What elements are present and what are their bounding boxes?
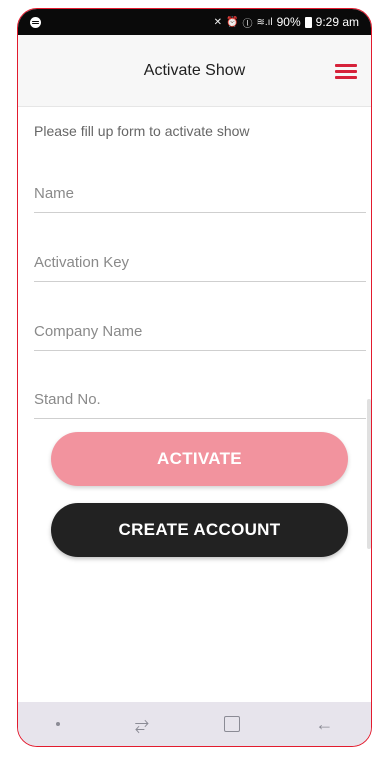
status-bar: ✕ ⏰ ⓛ ≋.ıl 90% 9:29 am <box>18 9 371 35</box>
volte-icon: ⓛ <box>242 18 253 30</box>
spotify-icon <box>30 16 41 28</box>
back-arrow-icon[interactable]: ← <box>315 715 333 733</box>
wifi-signal-icon: ≋.ıl <box>256 16 273 28</box>
mute-icon: ✕ <box>213 16 222 28</box>
battery-percent: 90% <box>276 15 301 29</box>
system-nav-bar: ⥂ ← <box>18 702 371 746</box>
clock: 9:29 am <box>315 15 359 29</box>
activation-key-field <box>34 244 366 282</box>
company-name-field <box>34 313 366 351</box>
hamburger-menu-icon[interactable] <box>335 64 357 80</box>
form-instruction: Please fill up form to activate show <box>34 123 250 139</box>
page-title: Activate Show <box>143 62 246 79</box>
company-name-input[interactable] <box>34 313 366 349</box>
app-bar: Activate Show <box>18 35 371 107</box>
name-input[interactable] <box>34 175 366 211</box>
activate-button[interactable]: ACTIVATE <box>51 432 348 486</box>
home-icon[interactable] <box>224 716 241 732</box>
name-field <box>34 175 366 213</box>
activation-key-input[interactable] <box>34 244 366 280</box>
recent-apps-icon[interactable]: ⥂ <box>135 715 149 733</box>
stand-no-input[interactable] <box>34 381 366 417</box>
phone-frame: ✕ ⏰ ⓛ ≋.ıl 90% 9:29 am Activate Show Ple… <box>17 8 372 747</box>
alarm-icon: ⏰ <box>225 16 239 28</box>
nav-dot-indicator <box>55 722 60 726</box>
battery-icon <box>304 16 312 28</box>
create-account-button[interactable]: CREATE ACCOUNT <box>51 503 348 557</box>
scrollbar[interactable] <box>367 399 371 549</box>
stand-no-field <box>34 381 366 419</box>
